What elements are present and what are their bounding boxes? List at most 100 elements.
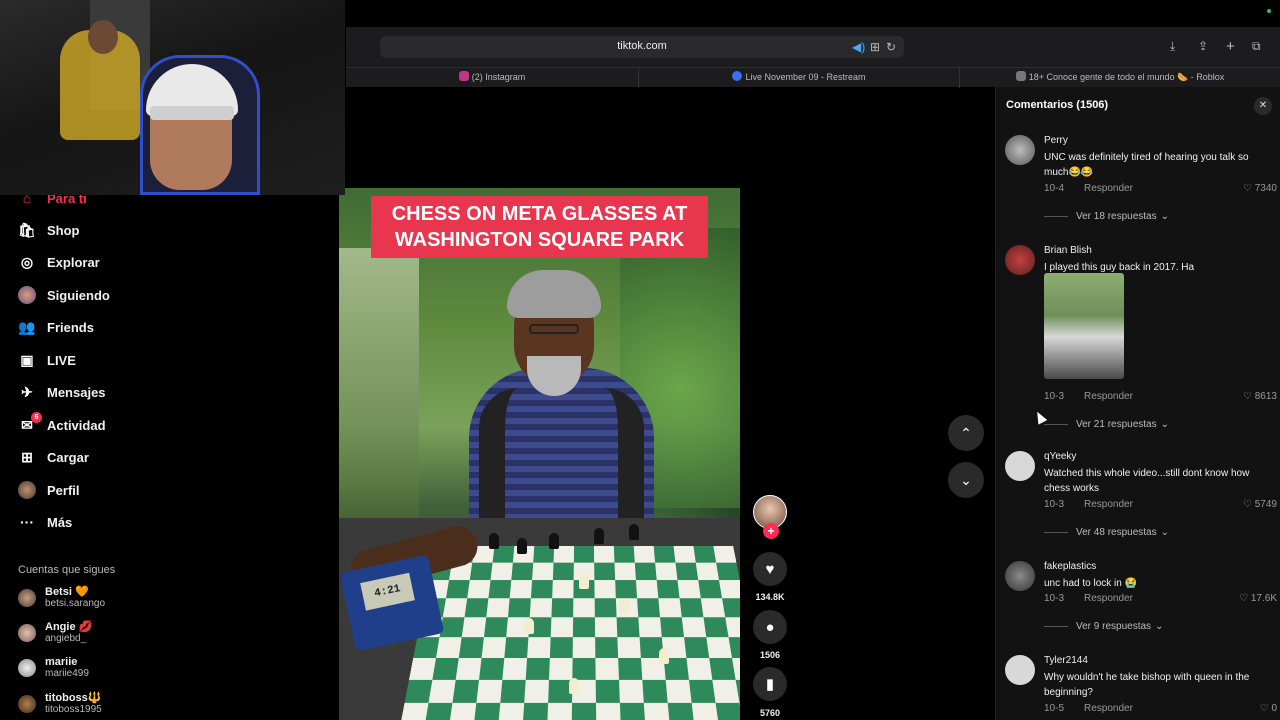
following-avatar-icon — [18, 286, 36, 304]
following-item[interactable]: mariie mariie499 — [18, 653, 89, 683]
tab-instagram[interactable]: (2) Instagram — [346, 68, 639, 88]
reply-button[interactable]: Responder — [1084, 499, 1133, 510]
address-bar[interactable]: tiktok.com — [380, 36, 904, 58]
heart-outline-icon: ♡ — [1259, 703, 1272, 714]
comment-like-count: 17.6K — [1250, 593, 1277, 604]
sidebar-item-label: Siguiendo — [47, 287, 110, 303]
comment-like-count: 7340 — [1254, 183, 1277, 194]
close-comments-button[interactable]: ✕ — [1254, 97, 1272, 115]
comment-like-button[interactable]: ♡ 5749 — [1243, 499, 1277, 510]
view-replies-label: Ver 48 respuestas — [1076, 527, 1157, 538]
comment-username[interactable]: Brian Blish — [1044, 245, 1092, 256]
video-player[interactable]: 4:21 CHESS ON META GLASSES AT WASHINGTON… — [339, 188, 740, 720]
following-handle: titoboss1995 — [45, 704, 102, 715]
chess-piece — [524, 618, 534, 634]
live-icon: ▣ — [20, 351, 34, 368]
sidebar-item-mas[interactable]: ··· Más — [18, 511, 72, 533]
new-tab-icon[interactable]: + — [1226, 38, 1235, 55]
instagram-icon — [458, 71, 469, 81]
chevron-down-icon: ⌄ — [1155, 621, 1164, 632]
comment-like-count: 5749 — [1254, 499, 1277, 510]
avatar[interactable] — [1005, 561, 1035, 591]
sidebar-item-label: Explorar — [47, 254, 100, 270]
heart-outline-icon: ♡ — [1243, 391, 1255, 402]
following-handle: angiebd_ — [45, 633, 87, 644]
sidebar-item-shop[interactable]: 🛍 Shop — [18, 219, 80, 241]
shop-icon: 🛍 — [18, 221, 36, 238]
close-icon: ✕ — [1258, 100, 1268, 111]
chess-piece — [489, 533, 499, 549]
comment-like-button[interactable]: ♡ 0 — [1260, 703, 1277, 714]
reply-button[interactable]: Responder — [1084, 183, 1133, 194]
sidebar-item-explorar[interactable]: ◎ Explorar — [18, 251, 100, 273]
download-icon[interactable]: ⤓ — [1170, 39, 1175, 54]
avatar[interactable] — [1005, 655, 1035, 685]
sidebar-item-mensajes[interactable]: ✈ Mensajes — [18, 381, 106, 403]
reload-icon[interactable]: ↻ — [886, 40, 896, 54]
following-item[interactable]: Betsi 🧡 betsi.sarango — [18, 583, 105, 613]
chess-piece — [619, 598, 629, 614]
comment-photo[interactable] — [1044, 273, 1124, 379]
comment-username[interactable]: Perry — [1044, 135, 1068, 146]
previous-video-button[interactable]: ⌃ — [948, 415, 984, 451]
roblox-icon — [1015, 71, 1026, 81]
following-name: Angie 💋 — [45, 621, 93, 633]
comment-like-button[interactable]: ♡ 17.6K — [1239, 593, 1277, 604]
follow-plus-icon[interactable]: + — [763, 523, 779, 539]
more-icon: ··· — [20, 514, 34, 530]
comment-like-button[interactable]: ♡ 7340 — [1243, 183, 1277, 194]
browser-toolbar: ☰ tiktok.com ◀) ⊞ ↻ ⤓ ⇪ + ⧉ — [346, 27, 1280, 67]
view-replies-button[interactable]: Ver 9 respuestas ⌄ — [1044, 621, 1163, 632]
comment-like-count: 8613 — [1254, 391, 1277, 402]
sidebar-item-friends[interactable]: 👥 Friends — [18, 316, 94, 338]
following-item[interactable]: titoboss🔱 titoboss1995 — [18, 689, 102, 719]
tab-label: 18+ Conoce gente de todo el mundo 🌭 - Ro… — [1028, 72, 1225, 82]
reply-button[interactable]: Responder — [1084, 593, 1133, 604]
view-replies-button[interactable]: Ver 48 respuestas ⌄ — [1044, 527, 1169, 538]
sidebar-item-actividad[interactable]: ✉ 6 Actividad — [18, 412, 106, 436]
sidebar-item-label: Mensajes — [47, 384, 106, 400]
tab-roblox[interactable]: 18+ Conoce gente de todo el mundo 🌭 - Ro… — [960, 68, 1280, 88]
comment-username[interactable]: qYeeky — [1044, 451, 1076, 462]
comment-username[interactable]: fakeplastics — [1044, 561, 1096, 572]
sidebar-item-live[interactable]: ▣ LIVE — [18, 349, 76, 371]
comment-button[interactable]: ● — [753, 610, 787, 644]
chevron-down-icon: ⌄ — [960, 471, 972, 488]
avatar[interactable] — [1005, 451, 1035, 481]
tab-restream[interactable]: Live November 09 - Restream — [639, 68, 960, 88]
sidebar-item-siguiendo[interactable]: Siguiendo — [18, 284, 110, 306]
comment-like-button[interactable]: ♡ 8613 — [1243, 391, 1277, 402]
following-name: mariie — [45, 656, 78, 668]
avatar — [18, 589, 36, 607]
chevron-up-icon: ⌃ — [960, 424, 972, 441]
avatar[interactable] — [1005, 135, 1035, 165]
following-item[interactable]: Angie 💋 angiebd_ — [18, 618, 92, 648]
view-replies-button[interactable]: Ver 21 respuestas ⌄ — [1044, 419, 1169, 430]
sidebar-item-perfil[interactable]: Perfil — [18, 479, 80, 501]
avatar — [18, 624, 36, 642]
comment-username[interactable]: Tyler2144 — [1044, 655, 1088, 666]
like-button[interactable]: ♥ — [753, 552, 787, 586]
view-replies-button[interactable]: Ver 18 respuestas ⌄ — [1044, 211, 1169, 222]
comment-text: Why wouldn't he take bishop with queen i… — [1044, 672, 1250, 698]
comment-text: Watched this whole video...still dont kn… — [1044, 468, 1250, 494]
next-video-button[interactable]: ⌄ — [948, 462, 984, 498]
translate-icon[interactable]: ⊞ — [870, 40, 880, 54]
comment-date: 10-3 — [1044, 593, 1065, 604]
save-button[interactable]: ▮ — [753, 667, 787, 701]
comment-text: UNC was definitely tired of hearing you … — [1044, 152, 1249, 178]
share-icon[interactable]: ⇪ — [1198, 39, 1208, 53]
sidebar-item-cargar[interactable]: ⊞ Cargar — [18, 446, 89, 468]
avatar[interactable] — [1005, 245, 1035, 275]
reply-button[interactable]: Responder — [1084, 703, 1133, 714]
sidebar-item-label: Shop — [47, 222, 80, 238]
audio-icon[interactable]: ◀) — [852, 40, 865, 54]
tabs-overview-icon[interactable]: ⧉ — [1252, 39, 1261, 54]
caption-line: CHESS ON META GLASSES AT — [391, 203, 688, 225]
reply-button[interactable]: Responder — [1084, 391, 1133, 402]
comment-date: 10-5 — [1044, 703, 1065, 714]
sidebar-item-label: Cargar — [47, 449, 89, 465]
tab-label: (2) Instagram — [471, 72, 526, 82]
heart-icon: ♥ — [765, 560, 775, 578]
comment-item: Perry UNC was definitely tired of hearin… — [1005, 135, 1277, 235]
